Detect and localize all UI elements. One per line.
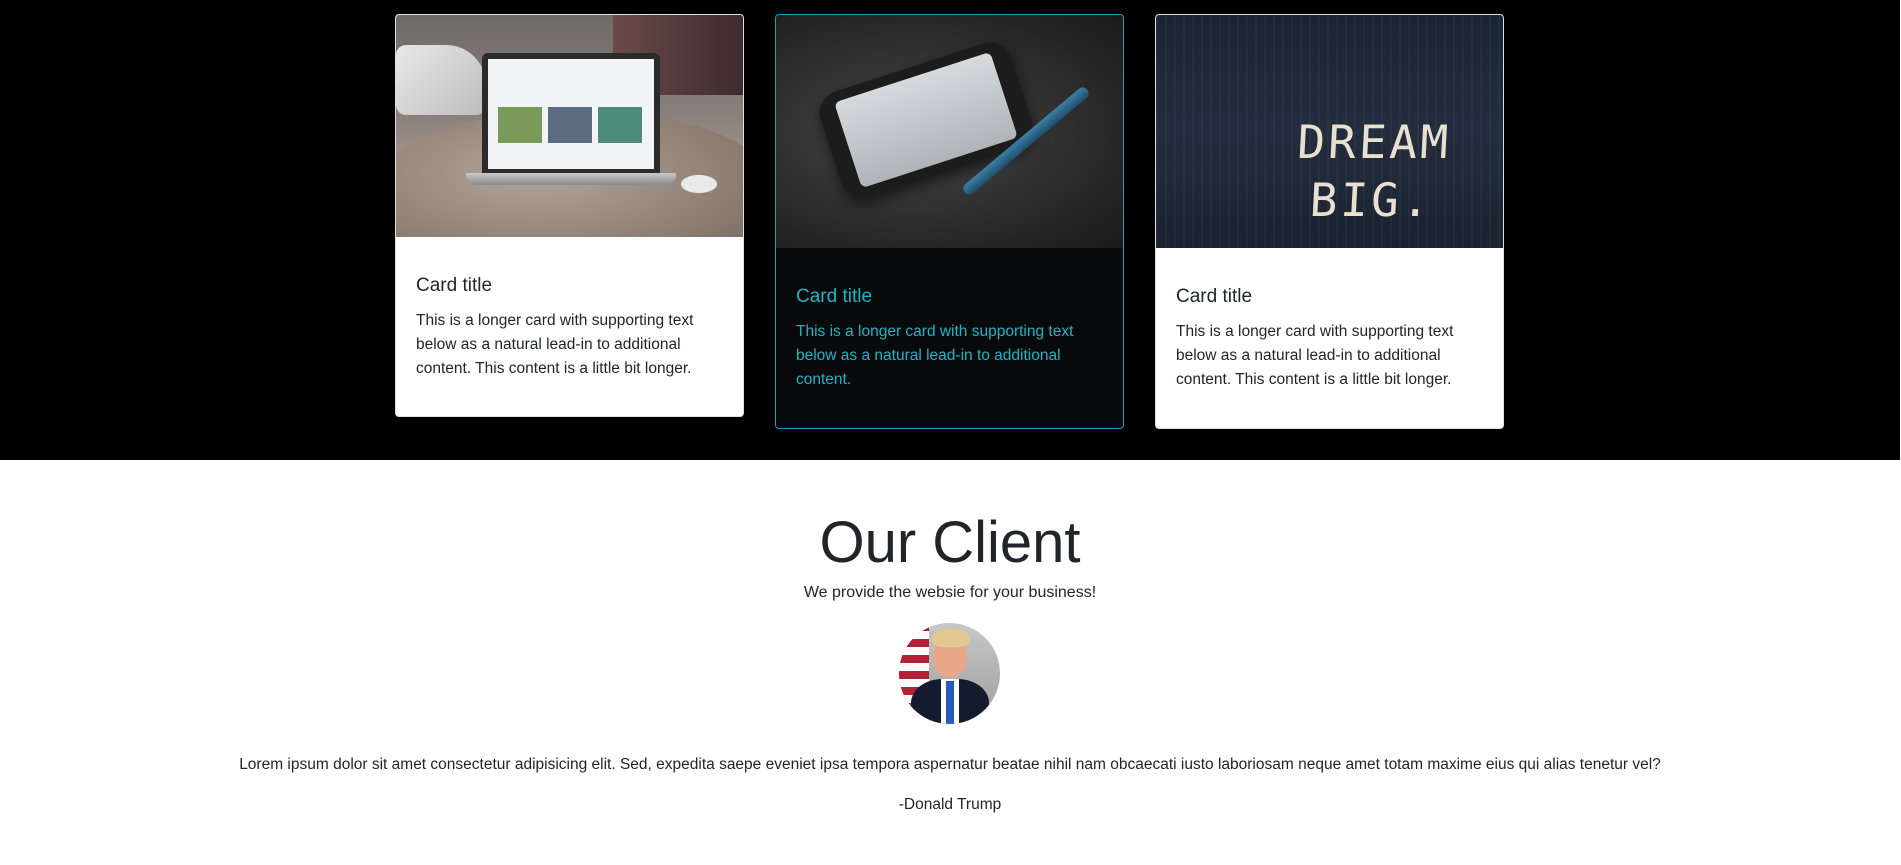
card-2-image xyxy=(776,15,1123,248)
cards-section: Card title This is a longer card with su… xyxy=(0,0,1900,460)
card-3-title: Card title xyxy=(1176,286,1253,307)
page: Card title This is a longer card with su… xyxy=(0,0,1901,865)
dream-big-text: DREAM BIG. xyxy=(1296,115,1453,227)
phone-and-pen-photo xyxy=(776,15,1123,248)
card-1-image xyxy=(396,15,743,237)
card-3-text: This is a longer card with supporting te… xyxy=(1176,323,1454,388)
card-3-body: Card title This is a longer card with su… xyxy=(1156,248,1503,412)
client-avatar xyxy=(899,623,1000,724)
card-2-body: Card title This is a longer card with su… xyxy=(776,248,1123,412)
card-2-title: Card title xyxy=(796,286,873,307)
laptop-photo xyxy=(396,15,743,237)
card-3-image: DREAM BIG. xyxy=(1156,15,1503,248)
dream-big-photo: DREAM BIG. xyxy=(1156,15,1503,248)
card-3: DREAM BIG. Card title This is a longer ca… xyxy=(1155,14,1504,429)
client-subheading: We provide the websie for your business! xyxy=(803,584,1097,601)
card-1: Card title This is a longer card with su… xyxy=(395,14,744,417)
card-2: Card title This is a longer card with su… xyxy=(775,14,1124,429)
client-author: -Donald Trump xyxy=(898,796,1002,813)
card-1-text: This is a longer card with supporting te… xyxy=(416,312,694,377)
card-1-body: Card title This is a longer card with su… xyxy=(396,237,743,401)
card-2-text: This is a longer card with supporting te… xyxy=(796,323,1074,388)
card-1-title: Card title xyxy=(416,275,493,296)
client-heading: Our Client xyxy=(819,510,1081,575)
client-quote: Lorem ipsum dolor sit amet consectetur a… xyxy=(239,756,1661,773)
